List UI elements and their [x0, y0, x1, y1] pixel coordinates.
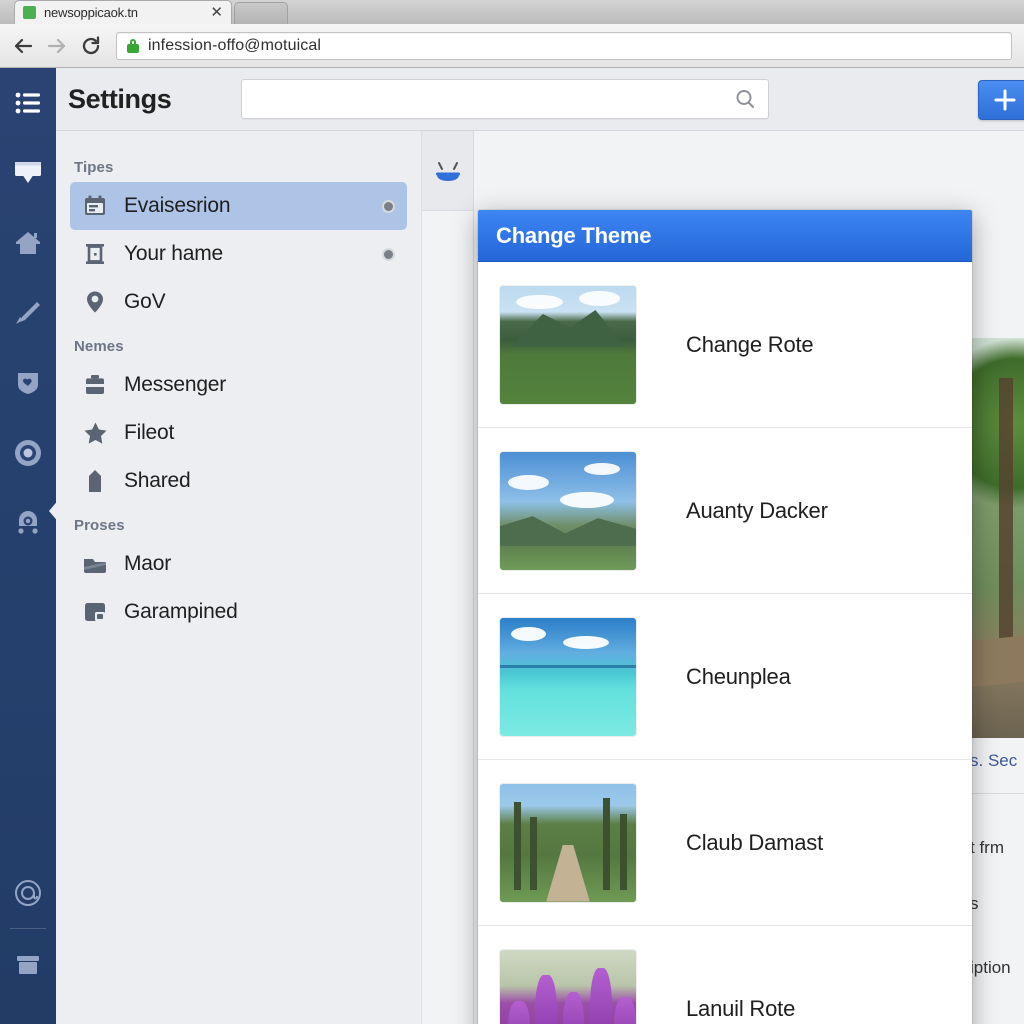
search-icon[interactable] [734, 88, 756, 110]
bookmark-icon [82, 468, 108, 494]
sidebar-group-label: Tipes [74, 159, 114, 176]
dialog-title: Change Theme [496, 222, 652, 248]
at-sign-icon[interactable] [0, 858, 56, 928]
content-photo [961, 338, 1024, 738]
favicon-icon [22, 6, 37, 19]
home-icon[interactable] [0, 208, 56, 278]
theme-thumbnail [500, 451, 636, 570]
settings-sidebar: Tipes Evaisesrion Your hame GoV Nemes Me… [56, 131, 422, 1024]
sidebar-group-label: Nemes [74, 338, 124, 355]
sidebar-item-label: Garampined [124, 600, 238, 623]
new-tab-button[interactable] [234, 2, 288, 24]
app-window: Settings Tipes Evaisesrion Your hame GoV… [0, 68, 1024, 1024]
theme-option-label: Cheunplea [686, 663, 791, 689]
sidebar-item-label: Fileot [124, 421, 175, 444]
search-input[interactable] [254, 90, 735, 108]
briefcase-icon [82, 372, 108, 398]
sidebar-item-fileot[interactable]: Fileot [70, 409, 407, 457]
photo-log [966, 634, 1024, 688]
content-fragment: s. Sec [970, 751, 1018, 770]
change-theme-dialog: Change Theme Change Rote Auanty Dacker C… [478, 210, 972, 1024]
sidebar-item-gov[interactable]: GoV [70, 278, 407, 326]
window-icon [82, 599, 108, 625]
theme-thumbnail [500, 949, 636, 1024]
photo-trunk [999, 378, 1013, 668]
lock-icon [127, 38, 139, 53]
sidebar-item-label: Your hame [124, 242, 223, 265]
calendar-icon [82, 193, 108, 219]
theme-option-row[interactable]: Claub Damast [478, 760, 972, 926]
browser-tab-title: newsoppicaok.tn [43, 5, 138, 20]
dialog-header: Change Theme [478, 210, 972, 262]
star-icon [82, 420, 108, 446]
archive-icon[interactable] [0, 929, 56, 999]
search-bar[interactable] [241, 79, 770, 119]
list-menu-icon[interactable] [0, 68, 56, 138]
theme-option-row[interactable]: Lanuil Rote [478, 926, 972, 1024]
content-right-text: s. Sec t frm s iption Prio [968, 751, 1024, 1024]
address-bar[interactable]: infession-offo@motuical [116, 31, 1012, 60]
status-dot [384, 201, 393, 211]
address-bar-url: infession-offo@motuical [148, 36, 321, 54]
left-icon-rail [0, 68, 60, 1024]
sidebar-item-evaisesrion[interactable]: Evaisesrion [70, 182, 407, 230]
theme-option-row[interactable]: Cheunplea [478, 594, 972, 760]
theme-option-label: Auanty Dacker [686, 497, 828, 523]
theme-option-row[interactable]: Change Rote [478, 262, 972, 428]
sidebar-item-label: Evaisesrion [124, 194, 231, 217]
content-left-column [422, 211, 474, 1024]
content-fragment: s [970, 894, 979, 913]
sidebar-item-shared[interactable]: Shared [70, 457, 407, 505]
location-pin-icon [82, 289, 108, 315]
browser-tab[interactable]: newsoppicaok.tn ✕ [13, 0, 233, 24]
status-dot [384, 249, 393, 259]
forward-arrow-icon[interactable] [42, 31, 72, 61]
sidebar-item-messenger[interactable]: Messenger [70, 361, 407, 409]
reload-icon[interactable] [76, 31, 106, 61]
shield-heart-icon[interactable] [0, 348, 56, 418]
inbox-icon[interactable] [0, 138, 56, 208]
settings-header: Settings [56, 68, 1024, 131]
content-fragment: iption [970, 958, 1011, 977]
content-tool-tile[interactable] [422, 131, 474, 211]
bowl-icon [435, 161, 460, 181]
add-button[interactable] [978, 80, 1024, 120]
pencil-icon[interactable] [0, 278, 56, 348]
sidebar-item-garampined[interactable]: Garampined [70, 588, 407, 636]
browser-tab-strip: newsoppicaok.tn ✕ [0, 0, 1024, 24]
sidebar-item-label: Shared [124, 469, 191, 492]
browser-toolbar: infession-offo@motuical [0, 24, 1024, 68]
theme-option-label: Claub Damast [686, 829, 823, 855]
close-icon[interactable]: ✕ [210, 4, 223, 21]
back-arrow-icon[interactable] [8, 31, 38, 61]
screen: newsoppicaok.tn ✕ infession-offo@motuica… [0, 0, 1024, 1024]
folder-icon [82, 551, 108, 577]
sidebar-group-label: Proses [74, 517, 125, 534]
sidebar-item-your-hame[interactable]: Your hame [70, 230, 407, 278]
circle-target-icon[interactable] [0, 418, 56, 488]
page-title: Settings [68, 83, 172, 114]
sidebar-item-label: Messenger [124, 373, 227, 396]
sidebar-item-label: GoV [124, 290, 166, 313]
theme-option-label: Lanuil Rote [686, 995, 796, 1021]
theme-option-label: Change Rote [686, 331, 814, 357]
theme-thumbnail [500, 617, 636, 736]
theme-thumbnail [500, 783, 636, 902]
robot-icon[interactable] [0, 488, 56, 558]
sidebar-item-label: Maor [124, 552, 172, 575]
theme-option-row[interactable]: Auanty Dacker [478, 428, 972, 594]
content-fragment: t frm [970, 838, 1004, 857]
theme-thumbnail [500, 285, 636, 404]
door-icon [82, 241, 108, 267]
theme-list: Change Rote Auanty Dacker Cheunplea Clau… [478, 262, 972, 1024]
sidebar-item-maor[interactable]: Maor [70, 540, 407, 588]
